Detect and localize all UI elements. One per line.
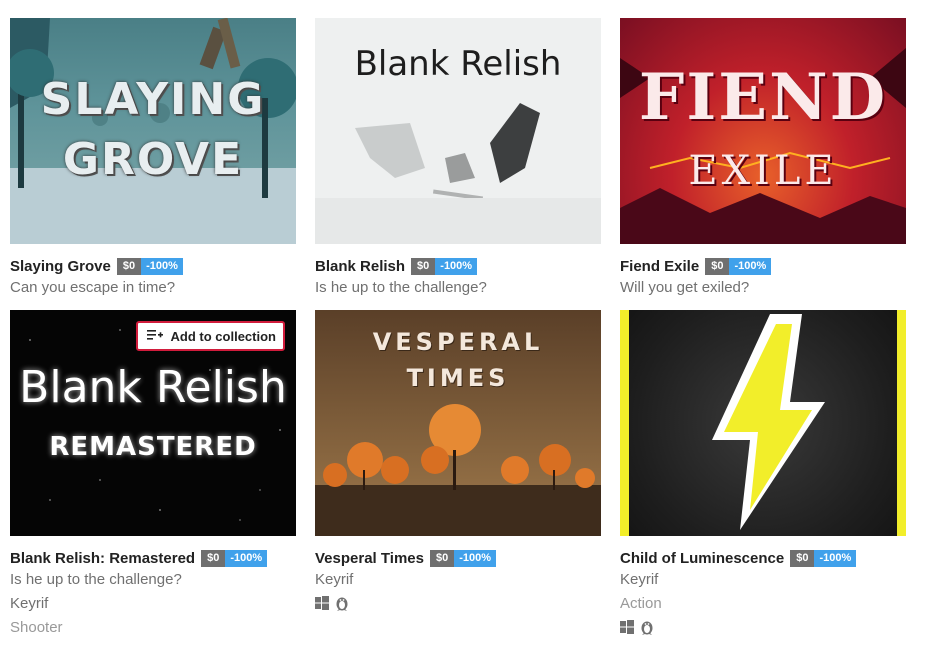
game-cell: Child of Luminescence $0 -100% Keyrif Ac… xyxy=(620,310,906,640)
discount-badge[interactable]: -100% xyxy=(454,549,497,567)
game-genre: Shooter xyxy=(10,619,63,636)
title-row: Blank Relish: Remastered $0 -100% xyxy=(10,548,296,568)
add-to-collection-icon xyxy=(146,329,163,344)
title-row: Fiend Exile $0 -100% xyxy=(620,256,906,276)
cover-title-line-2: EXILE xyxy=(688,148,838,194)
cover-title-line-1: FIEND xyxy=(638,60,888,135)
game-cell: FIEND EXILE Fiend Exile $0 -100% Will yo… xyxy=(620,18,906,300)
price-badge: $0 xyxy=(411,257,436,275)
forest-artwork xyxy=(10,18,296,244)
game-title[interactable]: Vesperal Times xyxy=(315,550,424,567)
add-to-collection-button[interactable]: Add to collection xyxy=(135,321,285,351)
game-thumbnail[interactable]: Blank Relish REMASTERED Add to collectio… xyxy=(10,310,296,536)
game-cell: Blank Relish Blank Relish $0 -100% Is he… xyxy=(315,18,601,300)
game-thumbnail[interactable] xyxy=(620,310,906,536)
platform-icons xyxy=(315,594,601,616)
game-genre: Action xyxy=(620,595,662,612)
cover-title-line-1: Blank Relish xyxy=(19,362,287,413)
game-description: Is he up to the challenge? xyxy=(10,571,182,588)
game-cell: SLAYING GROVE Slaying Grove $0 -100% Can… xyxy=(10,18,296,300)
cover-title-line-2: GROVE xyxy=(62,134,244,185)
game-description: Is he up to the challenge? xyxy=(315,279,487,296)
game-author[interactable]: Keyrif xyxy=(10,592,296,616)
cover-title-line-1: VESPERAL xyxy=(372,328,544,356)
lightning-bolt-artwork xyxy=(620,310,906,536)
game-thumbnail[interactable]: SLAYING GROVE xyxy=(10,18,296,244)
discount-badge[interactable]: -100% xyxy=(814,549,857,567)
discount-badge[interactable]: -100% xyxy=(435,257,478,275)
discount-badge[interactable]: -100% xyxy=(141,257,183,275)
linux-icon xyxy=(640,619,654,640)
price-badge: $0 xyxy=(116,257,142,275)
game-thumbnail[interactable]: FIEND EXILE xyxy=(620,18,906,244)
game-author[interactable]: Keyrif xyxy=(315,568,601,592)
game-thumbnail[interactable]: VESPERAL TIMES xyxy=(315,310,601,536)
price-badge: $0 xyxy=(429,549,455,567)
title-row: Blank Relish $0 -100% xyxy=(315,256,601,276)
game-description: Can you escape in time? xyxy=(10,279,176,296)
title-row: Slaying Grove $0 -100% xyxy=(10,256,296,276)
game-title[interactable]: Child of Luminescence xyxy=(620,550,784,567)
game-title[interactable]: Blank Relish: Remastered xyxy=(10,550,195,567)
price-badge: $0 xyxy=(201,549,226,567)
game-title[interactable]: Blank Relish xyxy=(315,258,405,275)
title-row: Child of Luminescence $0 -100% xyxy=(620,548,906,568)
price-badge: $0 xyxy=(790,549,815,567)
windows-icon xyxy=(315,595,329,615)
game-description: Will you get exiled? xyxy=(620,279,750,296)
game-title[interactable]: Fiend Exile xyxy=(620,258,699,275)
title-row: Vesperal Times $0 -100% xyxy=(315,548,601,568)
discount-badge[interactable]: -100% xyxy=(729,257,772,275)
cover-title-line-2: TIMES xyxy=(406,364,510,392)
windows-icon xyxy=(620,619,634,639)
game-cell: VESPERAL TIMES Vesperal Times $0 -100% K… xyxy=(315,310,601,616)
game-thumbnail[interactable]: Blank Relish xyxy=(315,18,601,244)
cover-title: Blank Relish xyxy=(354,44,562,84)
cover-title-line-1: SLAYING xyxy=(40,74,266,125)
platform-icons xyxy=(620,618,906,640)
game-author[interactable]: Keyrif xyxy=(620,568,906,592)
game-cell: Blank Relish REMASTERED Add to collectio… xyxy=(10,310,296,640)
price-badge: $0 xyxy=(705,257,730,275)
game-title[interactable]: Slaying Grove xyxy=(10,258,111,275)
linux-icon xyxy=(335,595,349,616)
add-to-collection-label: Add to collection xyxy=(170,328,276,344)
cover-title-line-2: REMASTERED xyxy=(49,432,257,462)
discount-badge[interactable]: -100% xyxy=(225,549,268,567)
